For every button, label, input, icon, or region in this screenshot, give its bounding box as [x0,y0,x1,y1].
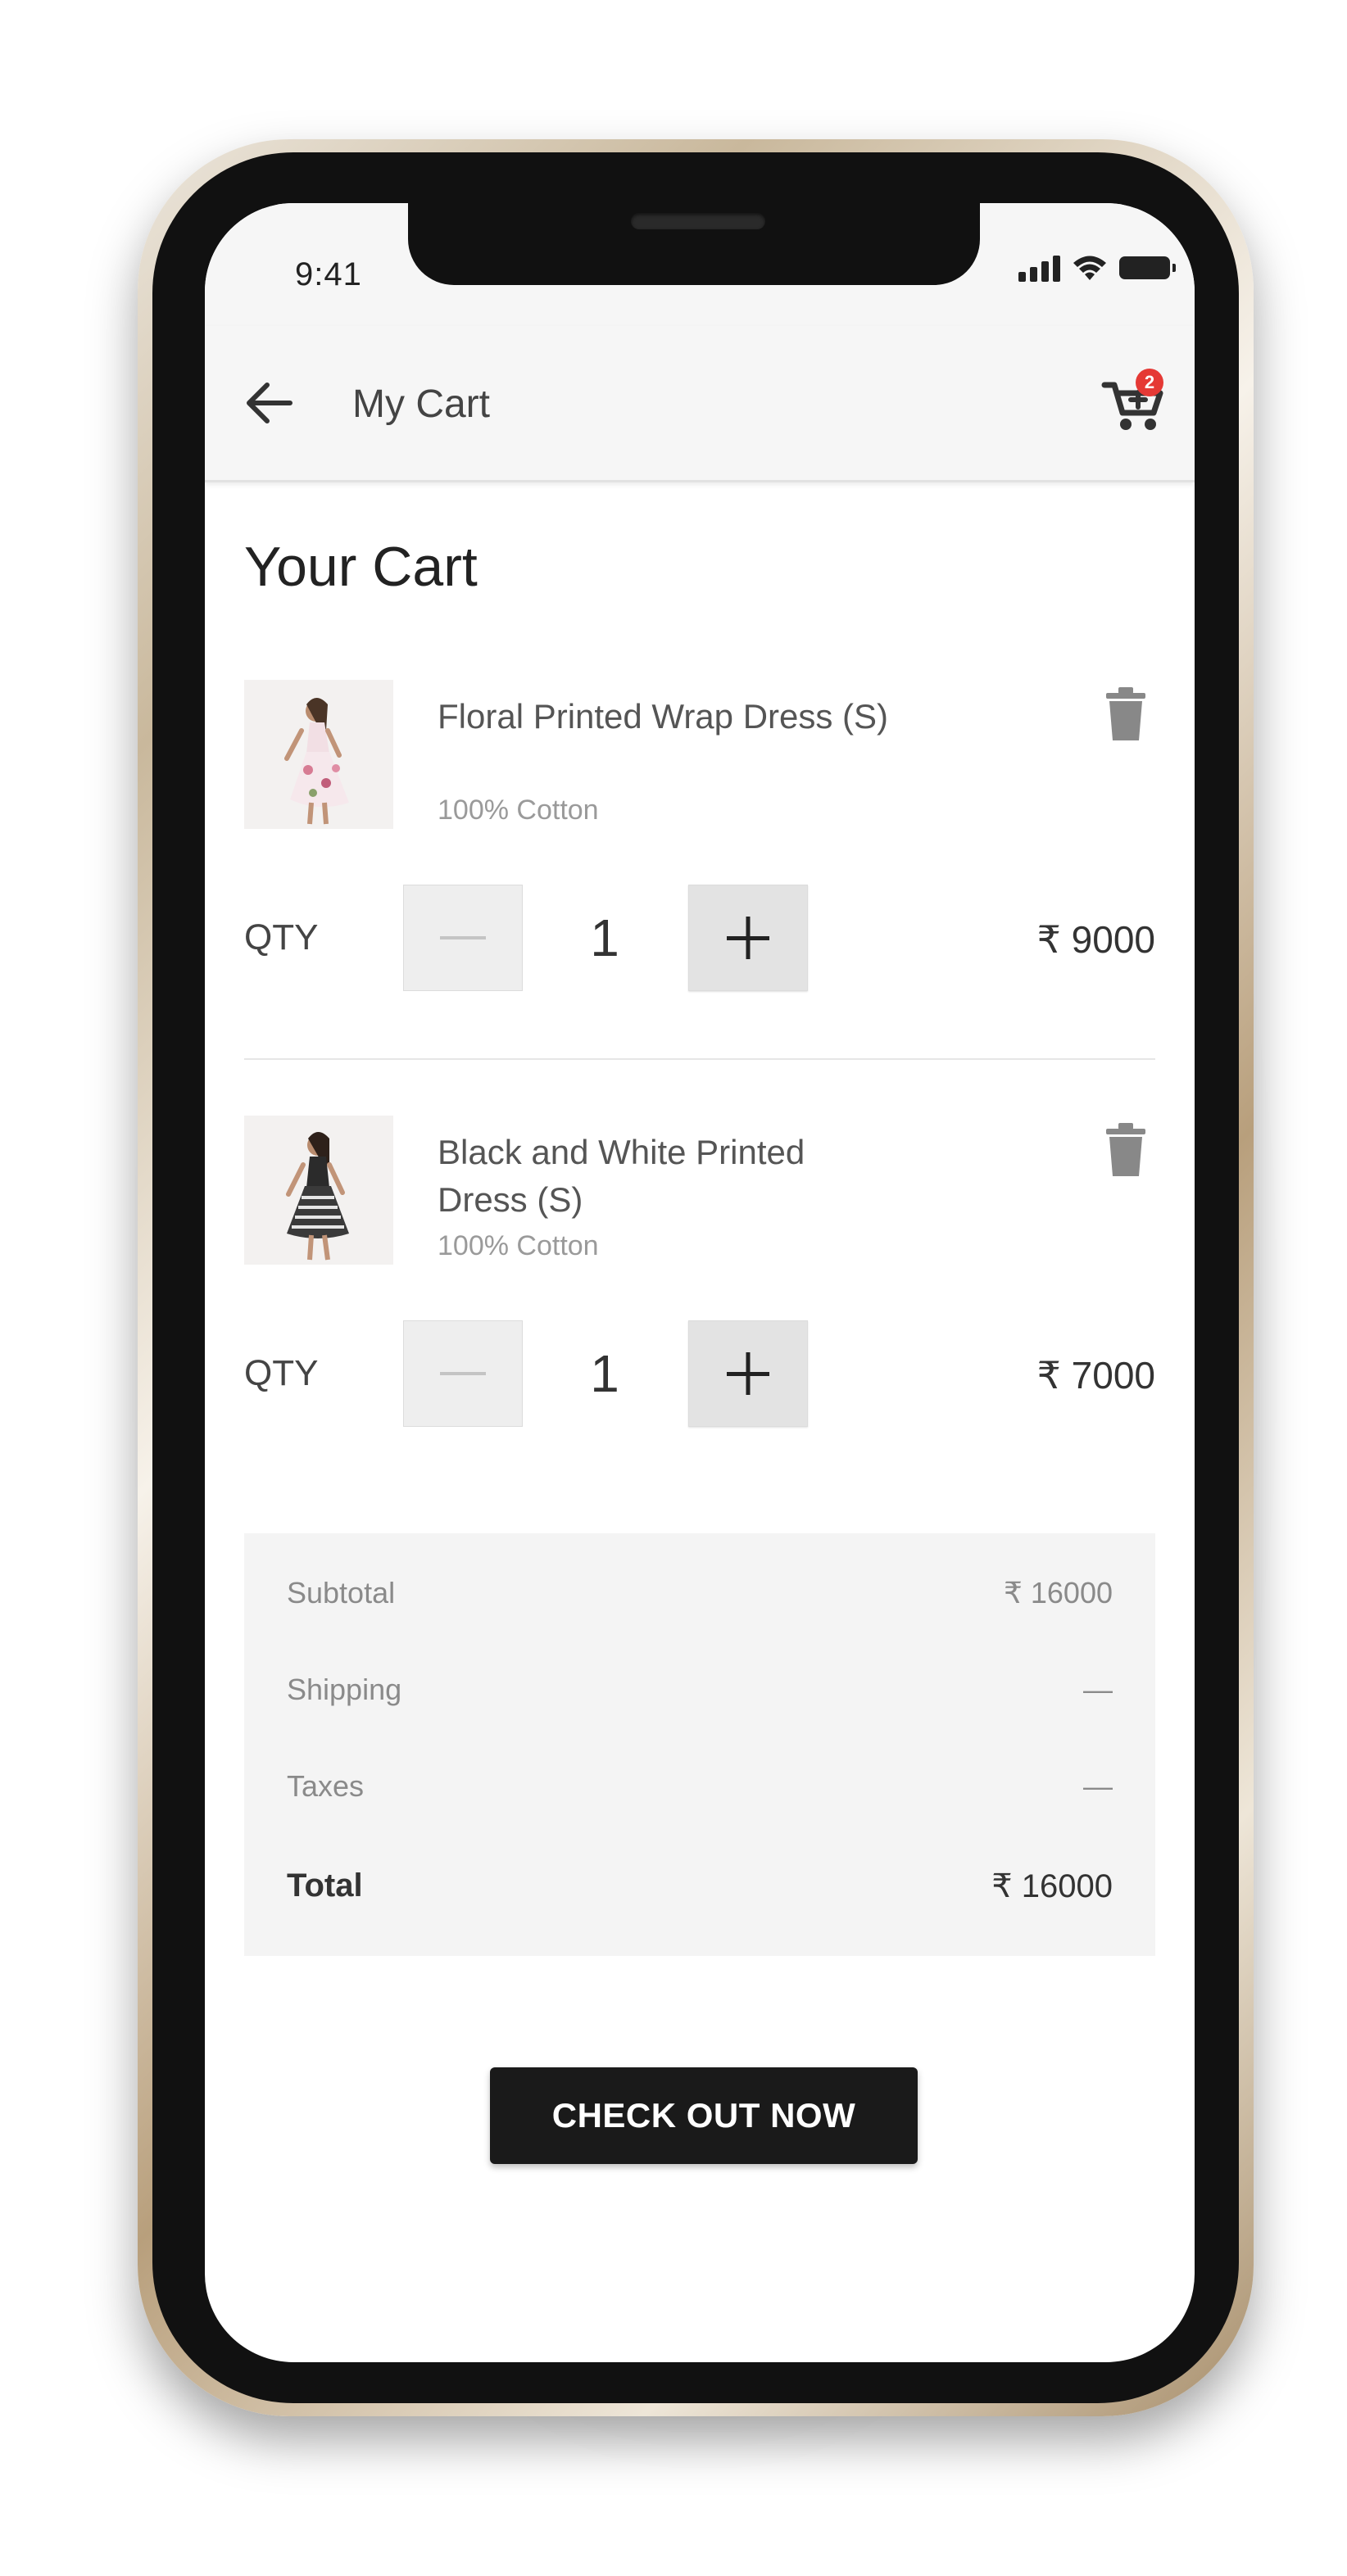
phone-screen: 9:41 My Cart 2 Your Cart Floral Printed … [205,203,1195,2362]
decrease-qty-button[interactable] [403,885,523,991]
product-name: Black and White Printed Dress (S) [438,1133,805,1219]
shipping-row: Shipping — [287,1673,1113,1722]
app-bar-title: My Cart [352,383,490,426]
shipping-value: — [1083,1673,1113,1706]
total-row: Total ₹ 16000 [287,1867,1113,1917]
subtotal-label: Subtotal [287,1576,396,1609]
status-time: 9:41 [295,256,362,292]
app-bar: My Cart 2 [205,326,1195,482]
product-name: Floral Printed Wrap Dress (S) [438,697,889,736]
checkout-button[interactable]: CHECK OUT NOW [490,2067,918,2164]
delete-item-button[interactable] [1101,685,1150,744]
qty-value: 1 [590,908,619,967]
black-white-dress-photo [244,1116,393,1265]
arrow-left-icon [247,383,293,423]
cart-button[interactable]: 2 [1098,365,1172,439]
qty-value: 1 [590,1344,619,1403]
signal-icon [1018,254,1060,282]
cart-item: Floral Printed Wrap Dress (S) 100% Cotto… [244,680,1155,1007]
increase-qty-button[interactable] [688,1320,808,1427]
page: 9:41 My Cart 2 Your Cart Floral Printed … [0,0,1347,2576]
product-material: 100% Cotton [438,1230,599,1261]
trash-icon [1106,687,1145,740]
delete-item-button[interactable] [1101,1120,1150,1179]
minus-icon [440,936,486,939]
subtotal-value: ₹ 16000 [1003,1576,1113,1609]
taxes-row: Taxes — [287,1769,1113,1818]
wifi-icon [1073,256,1106,280]
taxes-value: — [1083,1769,1113,1803]
plus-icon [727,917,769,959]
subtotal-row: Subtotal ₹ 16000 [287,1576,1113,1625]
product-material: 100% Cotton [438,795,599,826]
order-summary: Subtotal ₹ 16000 Shipping — Taxes — Tota… [244,1533,1155,1956]
phone-speaker [631,213,765,229]
minus-icon [440,1372,486,1375]
cart-badge: 2 [1136,369,1163,396]
qty-label: QTY [244,917,319,958]
back-button[interactable] [238,372,300,434]
increase-qty-button[interactable] [688,885,808,991]
phone-notch [408,197,980,285]
decrease-qty-button[interactable] [403,1320,523,1427]
qty-label: QTY [244,1353,319,1393]
page-title: Your Cart [244,536,478,598]
floral-dress-photo [244,680,393,829]
shipping-label: Shipping [287,1673,402,1706]
product-image[interactable] [244,1116,393,1265]
total-label: Total [287,1867,363,1904]
battery-icon [1119,256,1176,279]
item-divider [244,1058,1155,1060]
plus-icon [727,1352,769,1395]
total-value: ₹ 16000 [991,1868,1113,1904]
taxes-label: Taxes [287,1769,365,1803]
product-image[interactable] [244,680,393,829]
product-price: ₹ 7000 [1036,1354,1155,1397]
cart-item: Black and White Printed Dress (S) 100% C… [244,1116,1155,1443]
trash-icon [1106,1123,1145,1176]
status-icons [1018,254,1176,282]
product-price: ₹ 9000 [1036,918,1155,961]
